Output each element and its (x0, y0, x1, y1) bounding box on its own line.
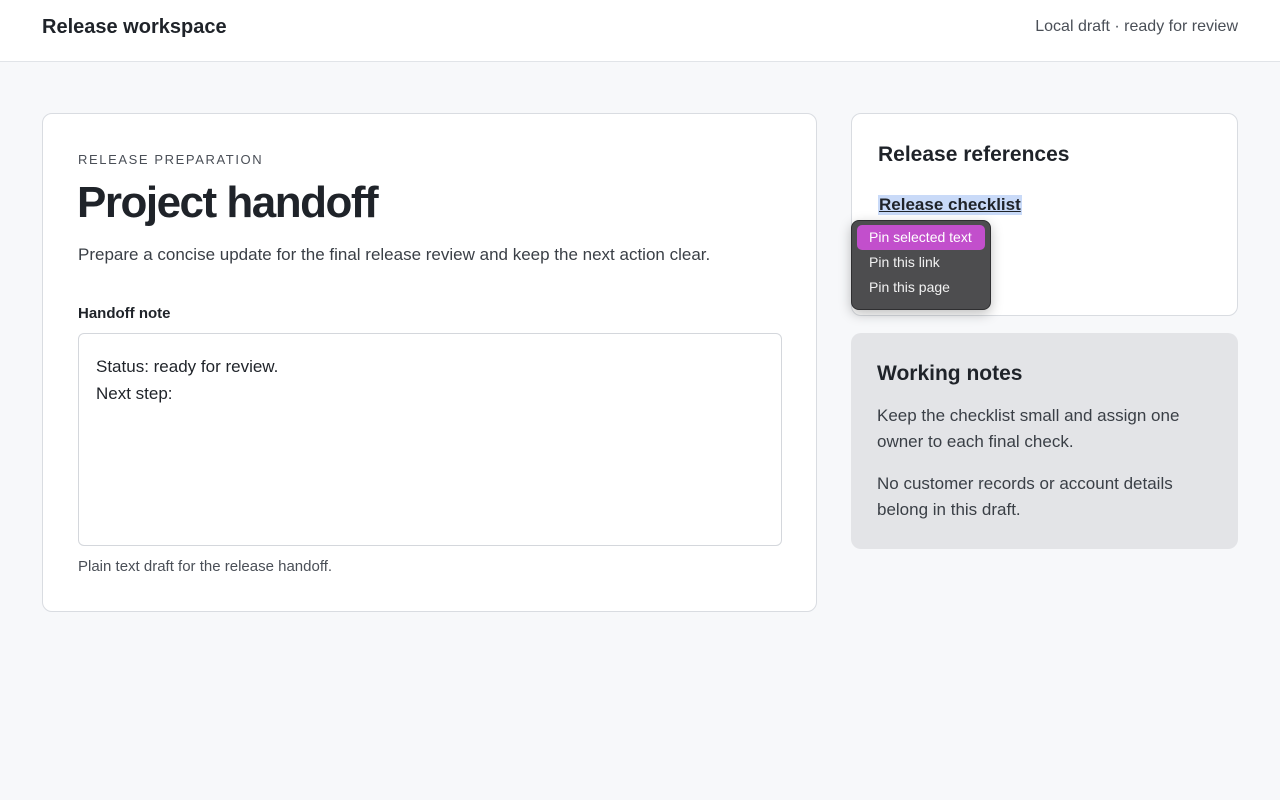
working-notes-card: Working notes Keep the checklist small a… (851, 333, 1238, 549)
intro-text: Prepare a concise update for the final r… (78, 245, 711, 264)
handoff-note-label: Handoff note (78, 305, 171, 322)
working-note-paragraph: Keep the checklist small and assign one … (877, 406, 1180, 451)
pin-this-link-item[interactable]: Pin this link (857, 250, 985, 275)
references-title: Release references (878, 143, 1070, 166)
page-title: Project handoff (77, 178, 379, 227)
top-bar: Release workspace Local draft · ready fo… (0, 0, 1280, 62)
handoff-note-textarea[interactable] (78, 333, 782, 546)
app-title: Release workspace (42, 16, 227, 38)
pin-selected-text-item[interactable]: Pin selected text (857, 225, 985, 250)
section-eyebrow: RELEASE PREPARATION (78, 152, 264, 167)
handoff-card: RELEASE PREPARATION Project handoff Prep… (42, 113, 817, 612)
pin-this-page-item[interactable]: Pin this page (857, 275, 985, 300)
release-checklist-link[interactable]: Release checklist (878, 195, 1022, 215)
context-menu: Pin selected text Pin this link Pin this… (851, 220, 991, 310)
working-notes-title: Working notes (877, 362, 1023, 385)
working-note-paragraph: No customer records or account details b… (877, 474, 1173, 519)
draft-status: Local draft · ready for review (1035, 18, 1238, 35)
helper-text: Plain text draft for the release handoff… (78, 558, 333, 575)
